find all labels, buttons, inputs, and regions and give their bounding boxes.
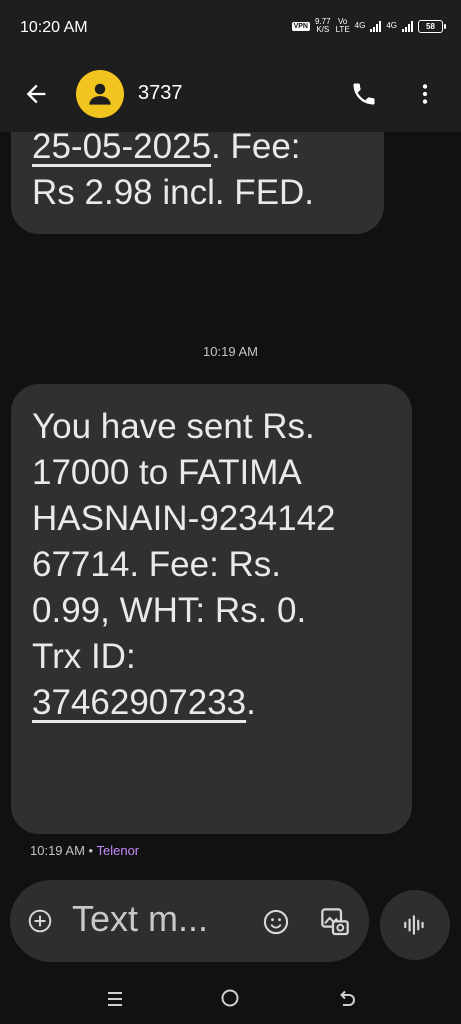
message-text: 0.99, WHT: Rs. 0. (32, 591, 307, 630)
system-navigation-bar (0, 972, 461, 1024)
battery-level: 58 (426, 21, 435, 31)
message-text: You have sent Rs. (32, 407, 315, 446)
message-list[interactable]: 923493674562 on 25-05-2025. Fee: Rs 2.98… (0, 132, 461, 880)
add-circle-icon (28, 909, 52, 933)
message-input[interactable]: Text m... (72, 898, 208, 940)
signal-bars-1-icon (370, 20, 382, 32)
emoji-button[interactable] (262, 908, 290, 936)
network-speed: 9.77 K/S (315, 18, 331, 34)
contact-avatar[interactable] (76, 70, 124, 118)
volte-bottom: LTE (335, 25, 350, 34)
person-icon (89, 83, 111, 105)
status-icons: VPN 9.77 K/S Vo LTE 4G 4G 58 (291, 18, 446, 34)
message-meta: 10:19 AM • Telenor (30, 843, 139, 858)
signal-bars-2-icon (402, 20, 413, 32)
add-attachment-button[interactable] (27, 908, 53, 934)
system-back-button[interactable] (336, 987, 358, 1009)
more-vert-icon (422, 84, 428, 104)
menu-lines-icon (108, 992, 122, 1006)
network-speed-unit: K/S (316, 25, 330, 34)
network-type-1: 4G (354, 21, 366, 30)
network-type-2: 4G (386, 21, 397, 30)
message-text: . (246, 683, 256, 722)
voice-message-button[interactable] (380, 890, 450, 960)
message-bubble-previous[interactable]: 923493674562 on 25-05-2025. Fee: Rs 2.98… (11, 132, 384, 234)
message-bubble-latest[interactable]: You have sent Rs. 17000 to FATIMA HASNAI… (11, 384, 412, 834)
message-line: 25-05-2025. Fee: (32, 132, 364, 170)
compose-bar: Text m... (10, 880, 369, 962)
message-text: Rs 2.98 incl. FED. (32, 173, 315, 212)
contact-name[interactable]: 3737 (138, 82, 183, 105)
arrow-back-icon (26, 84, 46, 104)
message-line: 37462907233. (32, 680, 392, 726)
message-timestamp: 10:19 AM (203, 344, 258, 359)
message-text: . Fee: (211, 132, 301, 166)
volte-indicator: Vo LTE (336, 18, 350, 34)
back-button[interactable] (22, 80, 50, 108)
status-time: 10:20 AM (20, 19, 88, 36)
message-text: 67714. Fee: Rs. (32, 545, 282, 584)
trx-id-link[interactable]: 37462907233 (32, 683, 246, 722)
gallery-button[interactable] (319, 906, 351, 938)
voice-wave-icon (404, 915, 424, 935)
vpn-badge: VPN (291, 21, 310, 31)
meta-separator: • (84, 843, 97, 858)
date-link[interactable]: 25-05-2025 (32, 132, 211, 166)
message-text: 17000 to FATIMA (32, 453, 302, 492)
status-bar: 10:20 AM VPN 9.77 K/S Vo LTE 4G 4G 58 (0, 0, 461, 58)
sim-carrier-label: Telenor (96, 843, 140, 858)
gallery-icon (321, 908, 349, 936)
phone-icon (353, 83, 375, 105)
more-options-button[interactable] (412, 80, 438, 108)
message-text: Trx ID: (32, 637, 136, 676)
back-arrow-icon (340, 990, 355, 1006)
home-circle-icon (221, 989, 239, 1007)
battery-icon: 58 (418, 19, 446, 33)
message-text: HASNAIN-9234142 (32, 499, 336, 538)
conversation-header: 3737 (0, 58, 461, 132)
recent-apps-button[interactable] (104, 989, 126, 1009)
home-button[interactable] (219, 987, 241, 1009)
message-time: 10:19 AM (30, 843, 85, 858)
emoji-icon (263, 909, 289, 935)
call-button[interactable] (350, 80, 378, 108)
